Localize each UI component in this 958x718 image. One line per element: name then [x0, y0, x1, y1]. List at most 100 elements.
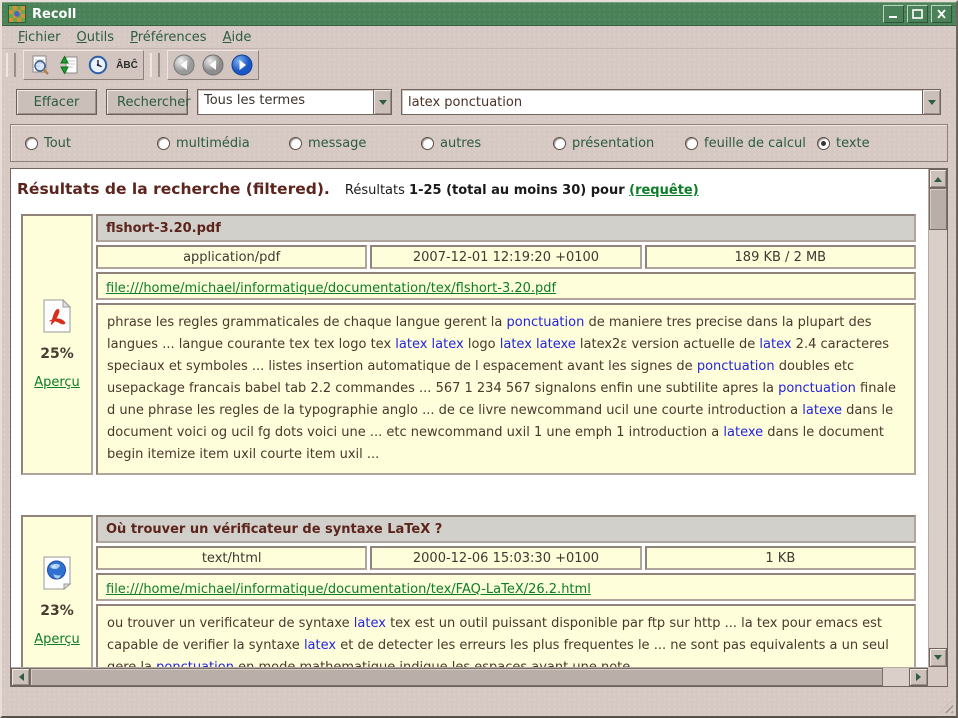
toolbar-handle[interactable]	[6, 53, 16, 77]
chevron-down-icon	[379, 100, 387, 109]
vertical-scrollbar[interactable]	[928, 169, 947, 667]
result-side-panel: 25% Aperçu	[21, 214, 93, 475]
horizontal-scrollbar-track[interactable]	[883, 668, 909, 686]
preview-link[interactable]: Aperçu	[34, 375, 80, 390]
next-page-button[interactable]	[230, 53, 254, 77]
scroll-down-button[interactable]	[929, 648, 947, 667]
toolbar: ÂBĈ	[2, 49, 956, 81]
previous-page-button[interactable]	[201, 53, 225, 77]
filter-multimedia[interactable]: multimédia	[157, 136, 289, 151]
first-page-button[interactable]	[172, 53, 196, 77]
next-page-icon	[231, 54, 253, 76]
result-url-link[interactable]: file:///home/michael/informatique/docume…	[106, 582, 591, 597]
result-mime: application/pdf	[96, 245, 367, 269]
vertical-scrollbar-track[interactable]	[929, 230, 947, 648]
title-bar: Recoll	[2, 2, 956, 26]
menu-fichier[interactable]: Fichier	[10, 28, 69, 47]
arrow-left-icon	[15, 673, 24, 681]
preview-link[interactable]: Aperçu	[34, 632, 80, 647]
result-item: 25% Aperçu flshort-3.20.pdf application/…	[21, 214, 916, 475]
sort-by-date-icon	[88, 55, 108, 75]
minimize-icon	[888, 10, 899, 19]
result-date: 2007-12-01 12:19:20 +0100	[370, 245, 641, 269]
toolbar-group-nav	[167, 50, 259, 80]
result-title: Où trouver un vérificateur de syntaxe La…	[96, 515, 916, 543]
html-document-icon	[42, 556, 72, 590]
first-page-icon	[173, 54, 195, 76]
filter-presentation[interactable]: présentation	[553, 136, 685, 151]
results-title: Résultats de la recherche (filtered).	[17, 180, 330, 198]
sort-parameters-icon	[59, 55, 79, 75]
result-meta-row: application/pdf 2007-12-01 12:19:20 +010…	[96, 245, 916, 269]
radio-icon[interactable]	[25, 137, 38, 150]
result-title: flshort-3.20.pdf	[96, 214, 916, 242]
radio-icon[interactable]	[157, 137, 170, 150]
menu-aide[interactable]: Aide	[215, 28, 260, 47]
menu-preferences[interactable]: Préférences	[122, 28, 214, 47]
search-mode-value: Tous les termes	[198, 90, 373, 114]
result-side-panel: 23% Aperçu	[21, 515, 93, 667]
sort-parameters-button[interactable]	[57, 53, 81, 77]
scroll-up-button[interactable]	[929, 169, 947, 188]
menu-outils[interactable]: Outils	[69, 28, 123, 47]
clear-button[interactable]: Effacer	[16, 89, 97, 115]
term-explorer-icon: ÂBĈ	[116, 60, 138, 71]
window-title: Recoll	[32, 7, 880, 22]
radio-icon[interactable]	[289, 137, 302, 150]
result-url-cell: file:///home/michael/informatique/docume…	[96, 573, 916, 601]
search-mode-combobox[interactable]: Tous les termes	[197, 89, 392, 115]
filter-message[interactable]: message	[289, 136, 421, 151]
search-row: Effacer Rechercher Tous les termes	[16, 89, 941, 115]
arrow-up-icon	[934, 173, 942, 182]
result-date: 2000-12-06 15:03:30 +0100	[370, 546, 641, 570]
term-explorer-button[interactable]: ÂBĈ	[115, 53, 139, 77]
scroll-right-button[interactable]	[909, 668, 928, 686]
search-mode-dropdown-button[interactable]	[373, 90, 391, 114]
document-preview-button[interactable]	[28, 53, 52, 77]
radio-icon[interactable]	[553, 137, 566, 150]
filter-tout[interactable]: Tout	[25, 136, 157, 151]
filter-feuille-de-calcul[interactable]: feuille de calcul	[685, 136, 817, 151]
result-item: 23% Aperçu Où trouver un vérificateur de…	[21, 515, 916, 667]
toolbar-handle-2[interactable]	[150, 53, 160, 77]
radio-icon[interactable]	[817, 137, 830, 150]
close-icon	[936, 9, 947, 19]
result-meta-row: text/html 2000-12-06 15:03:30 +0100 1 KB	[96, 546, 916, 570]
result-url-link[interactable]: file:///home/michael/informatique/docume…	[106, 281, 556, 296]
horizontal-scrollbar[interactable]	[11, 667, 928, 686]
filter-autres[interactable]: autres	[421, 136, 553, 151]
scrollbar-corner	[928, 667, 947, 686]
pdf-document-icon	[42, 299, 72, 333]
result-url-cell: file:///home/michael/informatique/docume…	[96, 272, 916, 300]
query-link[interactable]: (requête)	[629, 183, 699, 198]
recoll-window: Recoll Fichier Outils Préférences Aide	[0, 0, 958, 718]
query-dropdown-button[interactable]	[922, 90, 940, 114]
scroll-left-button[interactable]	[11, 668, 30, 686]
filter-texte[interactable]: texte	[817, 136, 870, 151]
resize-grip[interactable]	[940, 700, 953, 713]
chevron-down-icon	[928, 100, 936, 109]
status-bar	[2, 687, 956, 716]
maximize-button[interactable]	[907, 5, 928, 23]
toolbar-group-tools: ÂBĈ	[23, 50, 144, 80]
arrow-down-icon	[934, 655, 942, 664]
radio-icon[interactable]	[685, 137, 698, 150]
relevancy-percent: 25%	[40, 346, 74, 362]
result-size: 1 KB	[645, 546, 916, 570]
sort-by-date-button[interactable]	[86, 53, 110, 77]
previous-page-icon	[202, 54, 224, 76]
result-snippet: phrase les regles grammaticales de chaqu…	[96, 303, 916, 475]
radio-icon[interactable]	[421, 137, 434, 150]
close-button[interactable]	[931, 5, 952, 23]
results-count: 1-25 (total au moins 30) pour	[409, 183, 629, 198]
query-combobox[interactable]	[401, 89, 941, 115]
search-button[interactable]: Rechercher	[106, 89, 188, 115]
search-input[interactable]	[402, 90, 922, 114]
horizontal-scrollbar-thumb[interactable]	[30, 668, 883, 686]
results-count-prefix: Résultats	[345, 183, 409, 198]
maximize-icon	[912, 9, 923, 19]
vertical-scrollbar-thumb[interactable]	[929, 188, 947, 230]
app-icon	[8, 5, 26, 23]
minimize-button[interactable]	[883, 5, 904, 23]
result-snippet: ou trouver un verificateur de syntaxe la…	[96, 604, 916, 667]
